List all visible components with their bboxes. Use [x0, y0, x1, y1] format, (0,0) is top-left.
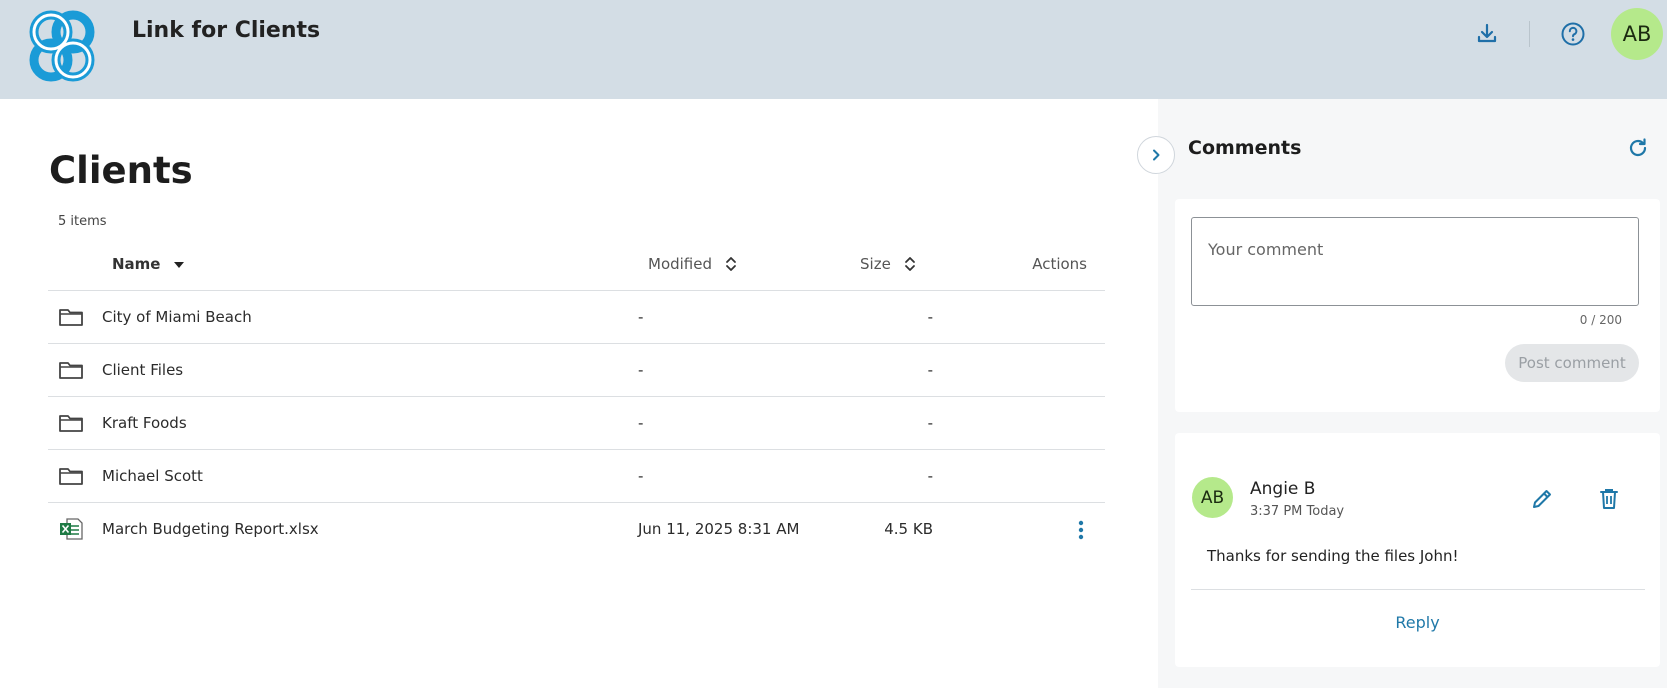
header-divider	[1529, 21, 1530, 47]
top-header: Link for Clients AB	[0, 0, 1667, 99]
sort-desc-icon	[174, 262, 185, 268]
comments-title: Comments	[1188, 137, 1302, 159]
sort-icon	[726, 257, 736, 271]
file-name[interactable]: Client Files	[102, 361, 183, 379]
column-header-size[interactable]: Size	[860, 255, 917, 273]
table-row[interactable]: City of Miami Beach - -	[48, 291, 1105, 344]
refresh-icon	[1629, 138, 1647, 157]
file-name[interactable]: Michael Scott	[102, 467, 203, 485]
post-comment-button[interactable]: Post comment	[1505, 344, 1639, 382]
folder-icon	[59, 309, 83, 326]
file-name[interactable]: March Budgeting Report.xlsx	[102, 520, 319, 538]
compose-comment-card: 0 / 200 Post comment	[1175, 199, 1660, 412]
table-row[interactable]: March Budgeting Report.xlsx Jun 11, 2025…	[48, 503, 1105, 556]
file-size: -	[927, 414, 933, 432]
comment-divider	[1191, 589, 1645, 590]
delete-comment-button[interactable]	[1595, 485, 1623, 513]
comments-panel: Comments 0 / 200 Post comment AB Angie B…	[1158, 99, 1667, 688]
file-modified: Jun 11, 2025 8:31 AM	[638, 520, 800, 538]
collapse-panel-button[interactable]	[1137, 136, 1175, 174]
comment-input[interactable]	[1191, 217, 1639, 306]
comment-time: 3:37 PM Today	[1250, 504, 1345, 519]
refresh-comments-button[interactable]	[1625, 135, 1651, 161]
file-modified: -	[638, 414, 644, 432]
page-title: Clients	[49, 149, 193, 192]
folder-icon	[59, 362, 83, 379]
file-size: -	[927, 361, 933, 379]
file-size: -	[927, 467, 933, 485]
comment-item: AB Angie B 3:37 PM Today Thanks for send…	[1175, 433, 1660, 667]
sort-icon	[904, 257, 915, 271]
column-header-actions: Actions	[1032, 255, 1087, 273]
file-name[interactable]: Kraft Foods	[102, 414, 187, 432]
main-content: Clients 5 items Name Modified Size Actio…	[0, 99, 1158, 688]
chevron-right-icon	[1153, 149, 1160, 161]
file-modified: -	[638, 361, 644, 379]
edit-comment-button[interactable]	[1528, 485, 1556, 513]
comment-author: Angie B	[1250, 479, 1316, 499]
char-count: 0 / 200	[1579, 313, 1622, 327]
pencil-icon	[1533, 490, 1551, 508]
column-header-name[interactable]: Name	[112, 255, 186, 273]
folder-icon	[59, 468, 83, 485]
help-button[interactable]	[1555, 16, 1591, 52]
file-modified: -	[638, 467, 644, 485]
more-vertical-icon	[1078, 520, 1084, 540]
column-header-modified[interactable]: Modified	[648, 255, 738, 273]
help-icon	[1561, 22, 1585, 46]
table-header: Name Modified Size Actions	[48, 239, 1105, 291]
file-size: -	[927, 308, 933, 326]
item-count: 5 items	[58, 214, 107, 229]
table-row[interactable]: Michael Scott - -	[48, 450, 1105, 503]
download-icon	[1477, 23, 1497, 43]
excel-file-icon	[60, 518, 83, 540]
comment-text: Thanks for sending the files John!	[1207, 547, 1459, 565]
reply-button[interactable]: Reply	[1175, 613, 1660, 632]
sync-logo-icon[interactable]	[22, 8, 102, 84]
table-row[interactable]: Client Files - -	[48, 344, 1105, 397]
download-button[interactable]	[1469, 16, 1505, 52]
file-name[interactable]: City of Miami Beach	[102, 308, 252, 326]
user-avatar[interactable]: AB	[1611, 8, 1663, 60]
file-table: Name Modified Size Actions City of Miami…	[48, 239, 1105, 556]
row-actions-button[interactable]	[1069, 516, 1093, 544]
avatar: AB	[1192, 477, 1233, 518]
app-title: Link for Clients	[132, 18, 321, 43]
table-row[interactable]: Kraft Foods - -	[48, 397, 1105, 450]
file-modified: -	[638, 308, 644, 326]
file-size: 4.5 KB	[884, 520, 933, 538]
trash-icon	[1600, 489, 1618, 509]
folder-icon	[59, 415, 83, 432]
